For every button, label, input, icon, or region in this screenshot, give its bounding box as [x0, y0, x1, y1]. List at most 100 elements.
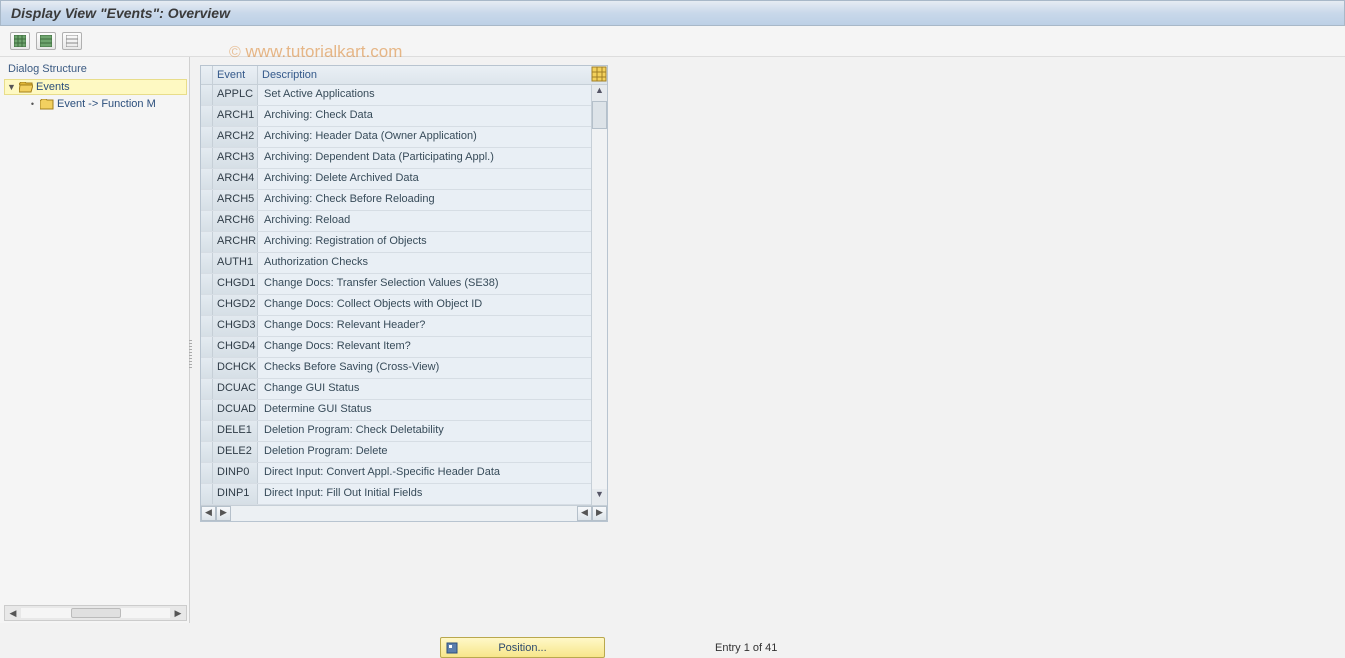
- table-row[interactable]: DELE2Deletion Program: Delete: [201, 442, 591, 463]
- table-row[interactable]: ARCH4Archiving: Delete Archived Data: [201, 169, 591, 190]
- row-selector[interactable]: [201, 337, 213, 357]
- table-row[interactable]: DCUACChange GUI Status: [201, 379, 591, 400]
- select-all-column[interactable]: [201, 66, 213, 84]
- table-row[interactable]: CHGD1Change Docs: Transfer Selection Val…: [201, 274, 591, 295]
- row-selector[interactable]: [201, 127, 213, 147]
- row-selector[interactable]: [201, 484, 213, 504]
- row-selector[interactable]: [201, 253, 213, 273]
- cell-event: CHGD3: [213, 316, 258, 336]
- events-table: Event Description APPLCSet Active Applic…: [200, 65, 608, 522]
- cell-description: Change GUI Status: [258, 379, 591, 399]
- position-icon: [445, 641, 459, 655]
- tree-node-event-function[interactable]: • Event -> Function M: [26, 97, 187, 111]
- column-header-description[interactable]: Description: [258, 66, 591, 84]
- row-selector[interactable]: [201, 421, 213, 441]
- toolbar-btn-2[interactable]: [36, 32, 56, 50]
- table-settings-icon: [591, 66, 607, 82]
- vertical-scrollbar[interactable]: ▲ ▼: [591, 85, 607, 505]
- cell-event: ARCH5: [213, 190, 258, 210]
- cell-event: ARCH2: [213, 127, 258, 147]
- cell-description: Direct Input: Convert Appl.-Specific Hea…: [258, 463, 591, 483]
- table-row[interactable]: ARCHRArchiving: Registration of Objects: [201, 232, 591, 253]
- scroll-left-icon[interactable]: ◀: [577, 506, 592, 521]
- table-row[interactable]: DELE1Deletion Program: Check Deletabilit…: [201, 421, 591, 442]
- table-settings-button[interactable]: [591, 66, 607, 82]
- table-horizontal-scrollbar: ◀ ▶ ◀ ▶: [201, 505, 607, 521]
- toolbar-btn-3[interactable]: [62, 32, 82, 50]
- row-selector[interactable]: [201, 316, 213, 336]
- cell-description: Archiving: Check Data: [258, 106, 591, 126]
- column-header-event[interactable]: Event: [213, 66, 258, 84]
- cell-description: Deletion Program: Check Deletability: [258, 421, 591, 441]
- row-selector[interactable]: [201, 463, 213, 483]
- row-selector[interactable]: [201, 379, 213, 399]
- row-selector[interactable]: [201, 190, 213, 210]
- row-selector[interactable]: [201, 211, 213, 231]
- expand-icon[interactable]: ▼: [7, 82, 16, 92]
- table-row[interactable]: CHGD3Change Docs: Relevant Header?: [201, 316, 591, 337]
- position-button[interactable]: Position...: [440, 637, 605, 658]
- cell-event: ARCH3: [213, 148, 258, 168]
- cell-description: Authorization Checks: [258, 253, 591, 273]
- row-selector[interactable]: [201, 400, 213, 420]
- table-row[interactable]: APPLCSet Active Applications: [201, 85, 591, 106]
- cell-event: DELE2: [213, 442, 258, 462]
- cell-description: Archiving: Check Before Reloading: [258, 190, 591, 210]
- scroll-thumb[interactable]: [592, 101, 607, 129]
- toolbar-btn-1[interactable]: [10, 32, 30, 50]
- row-selector[interactable]: [201, 295, 213, 315]
- table-row[interactable]: DCHCKChecks Before Saving (Cross-View): [201, 358, 591, 379]
- table-row[interactable]: CHGD4Change Docs: Relevant Item?: [201, 337, 591, 358]
- scroll-thumb[interactable]: [71, 608, 121, 618]
- scroll-track[interactable]: [592, 129, 607, 489]
- table-row[interactable]: ARCH1Archiving: Check Data: [201, 106, 591, 127]
- table-row[interactable]: DINP0Direct Input: Convert Appl.-Specifi…: [201, 463, 591, 484]
- cell-description: Checks Before Saving (Cross-View): [258, 358, 591, 378]
- cell-description: Archiving: Reload: [258, 211, 591, 231]
- folder-icon: [40, 99, 54, 110]
- row-selector[interactable]: [201, 232, 213, 252]
- table-row[interactable]: ARCH6Archiving: Reload: [201, 211, 591, 232]
- scroll-right-icon[interactable]: ▶: [216, 506, 231, 521]
- table-footer: Position... Entry 1 of 41: [440, 637, 777, 658]
- cell-description: Change Docs: Transfer Selection Values (…: [258, 274, 591, 294]
- cell-description: Deletion Program: Delete: [258, 442, 591, 462]
- table-header-row: Event Description: [201, 66, 607, 85]
- scroll-left-icon[interactable]: ◀: [201, 506, 216, 521]
- cell-description: Direct Input: Fill Out Initial Fields: [258, 484, 591, 504]
- cell-event: ARCHR: [213, 232, 258, 252]
- scroll-right-icon[interactable]: ▶: [170, 608, 186, 619]
- scroll-right-icon[interactable]: ▶: [592, 506, 607, 521]
- cell-event: ARCH4: [213, 169, 258, 189]
- tree-node-events[interactable]: ▼ Events: [4, 79, 187, 95]
- table-row[interactable]: ARCH5Archiving: Check Before Reloading: [201, 190, 591, 211]
- row-selector[interactable]: [201, 148, 213, 168]
- cell-description: Change Docs: Relevant Item?: [258, 337, 591, 357]
- table-row[interactable]: DINP1Direct Input: Fill Out Initial Fiel…: [201, 484, 591, 505]
- row-selector[interactable]: [201, 85, 213, 105]
- table-icon: [40, 35, 52, 47]
- table-row[interactable]: ARCH3Archiving: Dependent Data (Particip…: [201, 148, 591, 169]
- cell-description: Archiving: Dependent Data (Participating…: [258, 148, 591, 168]
- row-selector[interactable]: [201, 169, 213, 189]
- tree-header: Dialog Structure: [4, 61, 187, 77]
- cell-event: DINP0: [213, 463, 258, 483]
- table-body: APPLCSet Active ApplicationsARCH1Archivi…: [201, 85, 591, 505]
- cell-description: Archiving: Registration of Objects: [258, 232, 591, 252]
- scroll-up-icon[interactable]: ▲: [592, 85, 607, 101]
- cell-description: Change Docs: Relevant Header?: [258, 316, 591, 336]
- toolbar: [0, 26, 1345, 57]
- cell-description: Archiving: Header Data (Owner Applicatio…: [258, 127, 591, 147]
- table-row[interactable]: ARCH2Archiving: Header Data (Owner Appli…: [201, 127, 591, 148]
- table-row[interactable]: CHGD2Change Docs: Collect Objects with O…: [201, 295, 591, 316]
- table-row[interactable]: AUTH1Authorization Checks: [201, 253, 591, 274]
- table-row[interactable]: DCUADDetermine GUI Status: [201, 400, 591, 421]
- scroll-down-icon[interactable]: ▼: [592, 489, 607, 505]
- row-selector[interactable]: [201, 442, 213, 462]
- sidebar-horizontal-scrollbar[interactable]: ◀ ▶: [4, 605, 187, 621]
- scroll-left-icon[interactable]: ◀: [5, 608, 21, 619]
- row-selector[interactable]: [201, 106, 213, 126]
- cell-event: ARCH6: [213, 211, 258, 231]
- row-selector[interactable]: [201, 274, 213, 294]
- row-selector[interactable]: [201, 358, 213, 378]
